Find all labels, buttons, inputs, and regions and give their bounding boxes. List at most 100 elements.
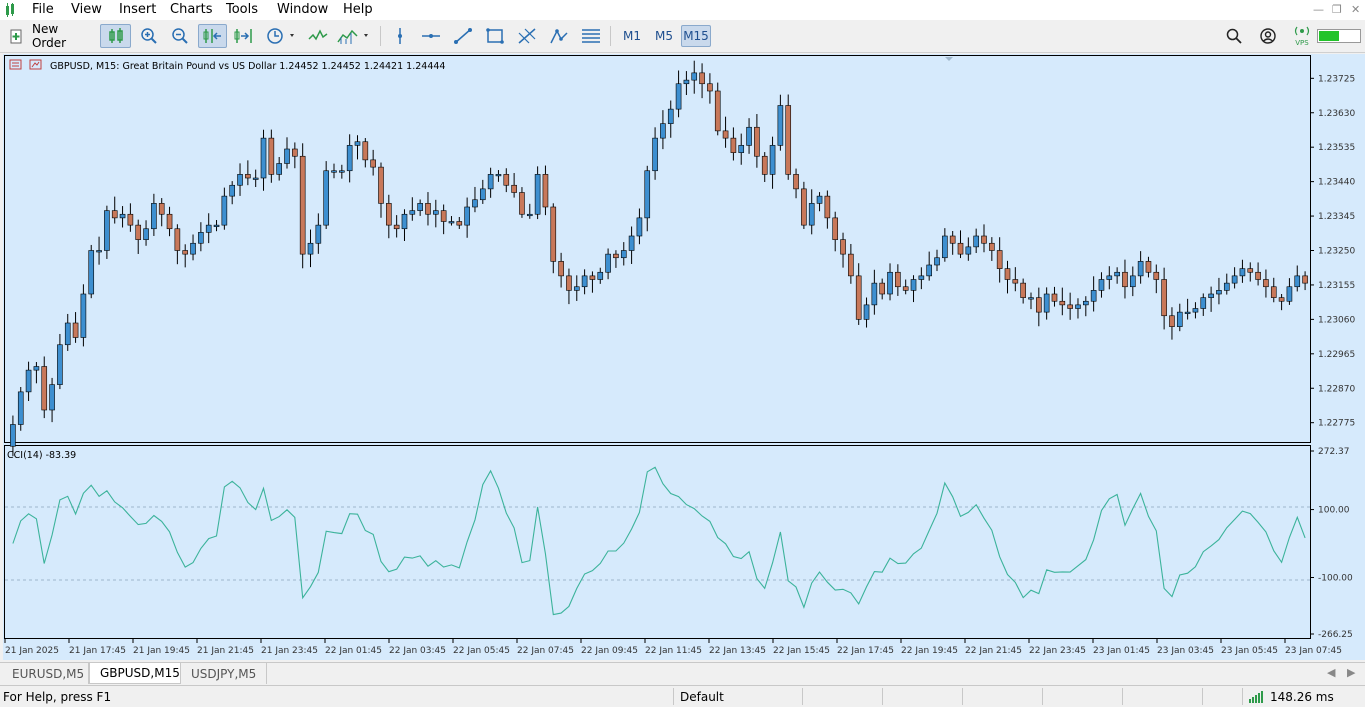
time-label: 22 Jan 13:45	[709, 646, 766, 656]
time-label: 22 Jan 23:45	[1029, 646, 1086, 656]
new-order-button[interactable]: New Order	[8, 22, 96, 50]
menu-bar: File View Insert Charts Tools Window Hel…	[0, 0, 1365, 20]
cci-line	[12, 466, 1306, 616]
candle-body	[652, 137, 658, 172]
candle-body	[1302, 275, 1308, 284]
connection-status	[1317, 24, 1361, 48]
candle-body	[949, 235, 956, 244]
search-icon	[1226, 28, 1242, 44]
candle-body	[401, 213, 408, 230]
chart-shift-button[interactable]	[232, 24, 256, 48]
time-label: 21 Jan 2025	[5, 646, 59, 656]
candle-body	[801, 188, 807, 226]
zoom-out-button[interactable]	[168, 24, 192, 48]
candle-body	[965, 246, 972, 255]
tab-scroll-left-icon[interactable]: ◀	[1327, 666, 1335, 679]
candle-body	[1075, 304, 1081, 309]
status-help-text: For Help, press F1	[3, 689, 112, 704]
candle-body	[190, 242, 196, 255]
candle-body	[1106, 275, 1113, 280]
menu-file[interactable]: File	[32, 2, 54, 17]
rectangle-button[interactable]	[484, 24, 506, 48]
candle-body	[848, 253, 854, 277]
candle-body	[1083, 300, 1089, 306]
candle-body	[1200, 297, 1207, 309]
candle-body	[346, 145, 353, 172]
candle-body	[1161, 279, 1167, 317]
fibonacci-button[interactable]	[516, 24, 538, 48]
candles-button[interactable]	[100, 24, 131, 48]
search-button[interactable]	[1224, 24, 1244, 48]
chart-canvas[interactable]: GBPUSD, M15: Great Britain Pound vs US D…	[3, 54, 1365, 660]
menu-tools[interactable]: Tools	[226, 2, 258, 17]
menu-window[interactable]: Window	[277, 2, 328, 17]
chart-window[interactable]: GBPUSD, M15: Great Britain Pound vs US D…	[3, 54, 1365, 660]
time-label: 23 Jan 03:45	[1157, 646, 1214, 656]
time-label: 21 Jan 17:45	[69, 646, 126, 656]
close-icon[interactable]: ✕	[1351, 3, 1360, 16]
candle-body	[1129, 275, 1136, 288]
candle-body	[25, 369, 32, 393]
account-icon	[1260, 28, 1276, 44]
candle-body	[675, 83, 682, 110]
candle-body	[1043, 293, 1050, 313]
candle-body	[17, 391, 24, 425]
chart-properties-icon[interactable]	[29, 59, 42, 70]
candle-body	[1239, 268, 1246, 277]
tab-gbpusd-m15[interactable]: GBPUSD,M15	[89, 663, 181, 684]
trendline-button[interactable]	[452, 24, 474, 48]
candle-body	[315, 224, 322, 244]
menu-view[interactable]: View	[71, 2, 102, 17]
menu-charts[interactable]: Charts	[170, 2, 213, 17]
tab-scroll-right-icon[interactable]: ▶	[1347, 666, 1355, 679]
candle-body	[1294, 275, 1301, 288]
tab-eurusd-m5[interactable]: EURUSD,M5	[2, 663, 89, 684]
zoom-in-button[interactable]	[137, 24, 161, 48]
timeframe-m15-button[interactable]: M15	[681, 25, 711, 47]
candle-body	[808, 203, 815, 226]
candle-body	[926, 264, 932, 277]
templates-dropdown[interactable]	[336, 24, 372, 48]
candle-body	[213, 224, 220, 227]
candle-body	[1051, 293, 1058, 302]
new-order-icon	[10, 29, 22, 44]
status-divider	[1202, 688, 1203, 705]
channel-button[interactable]	[548, 24, 570, 48]
candle-body	[714, 90, 721, 132]
candle-body	[127, 213, 134, 226]
minimize-icon[interactable]: —	[1313, 3, 1324, 16]
cci-label: 272.37	[1318, 447, 1350, 457]
candle-body	[754, 126, 760, 157]
candle-body	[683, 79, 690, 85]
indicators-button[interactable]	[306, 24, 330, 48]
time-label: 23 Jan 05:45	[1221, 646, 1278, 656]
timeframe-m5-button[interactable]: M5	[650, 25, 678, 47]
indicators-icon	[308, 29, 328, 41]
chart-menu-icon[interactable]	[9, 59, 22, 70]
candle-body	[440, 210, 447, 222]
connection-bars-icon	[1249, 691, 1263, 703]
candle-body	[41, 366, 48, 411]
shift-marker-icon[interactable]	[945, 57, 953, 61]
grid-lines-button[interactable]	[580, 24, 602, 48]
tab-usdjpy-m5[interactable]: USDJPY,M5	[181, 663, 267, 684]
horizontal-line-button[interactable]	[420, 24, 442, 48]
autoscroll-button[interactable]	[198, 24, 227, 48]
candle-body	[472, 199, 478, 208]
signals-button[interactable]: VPS	[1292, 24, 1312, 48]
candle-body	[198, 232, 204, 244]
timeframe-dropdown[interactable]	[263, 24, 299, 48]
toolbar: New Order M1 M5 M15 VPS	[0, 20, 1365, 53]
horizontal-line-icon	[422, 34, 440, 38]
restore-icon[interactable]: ❐	[1332, 3, 1342, 16]
account-button[interactable]	[1258, 24, 1278, 48]
vertical-line-button[interactable]	[389, 24, 411, 48]
menu-help[interactable]: Help	[343, 2, 373, 17]
time-label: 23 Jan 07:45	[1285, 646, 1342, 656]
candle-body	[871, 282, 878, 306]
candle-body	[589, 275, 596, 280]
candle-body	[511, 184, 517, 193]
menu-insert[interactable]: Insert	[119, 2, 156, 17]
candle-body	[636, 217, 643, 237]
timeframe-m1-button[interactable]: M1	[618, 25, 646, 47]
